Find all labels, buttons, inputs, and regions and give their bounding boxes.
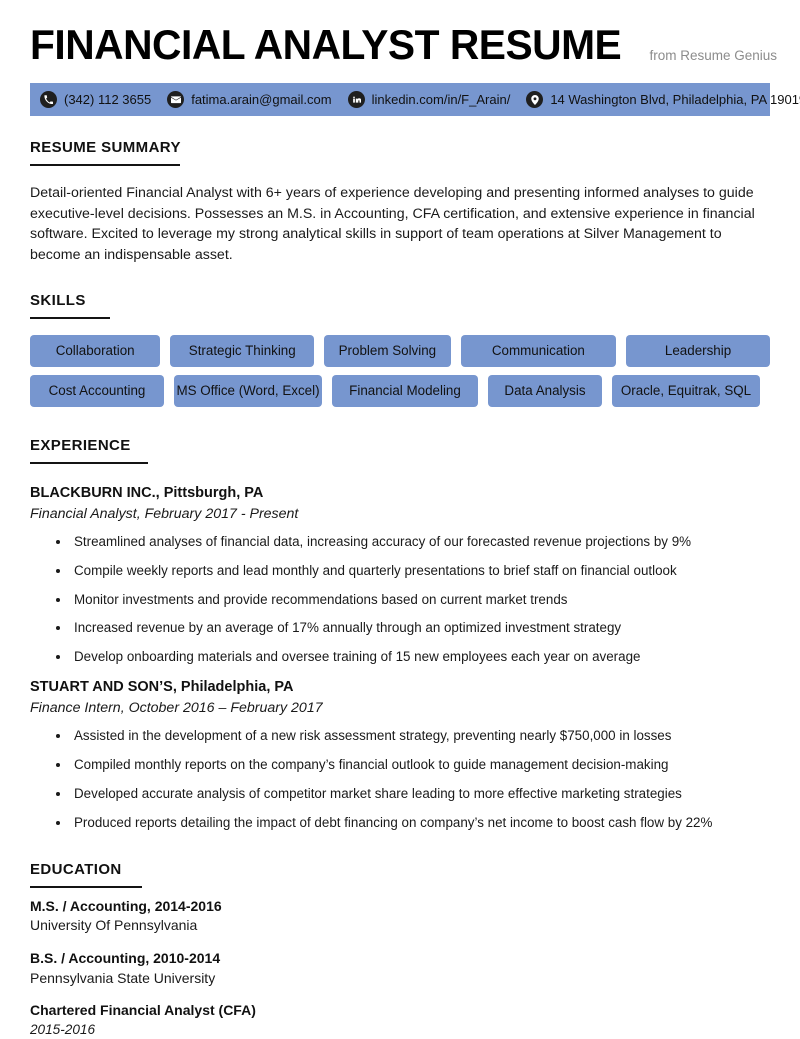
job-bullet: Produced reports detailing the impact of… [30,815,770,832]
skills-pill-grid: Collaboration Strategic Thinking Problem S… [30,334,770,407]
job-bullet: Monitor investments and provide recommen… [30,592,770,609]
skill-pill: Cost Accounting [30,374,164,407]
contact-phone-text: (342) 112 3655 [64,92,152,107]
skill-pill: MS Office (Word, Excel) [174,374,322,407]
job-bullet-list: Assisted in the development of a new ris… [30,728,770,831]
job-bullet: Developed accurate analysis of competito… [30,786,770,803]
job-role-and-dates: Financial Analyst, February 2017 - Prese… [30,506,299,523]
skill-pill: Communication [460,334,617,367]
resume-header: FINANCIAL ANALYST RESUME from Resume Gen… [30,0,777,68]
section-skills: SKILLS Collaboration Strategic Thinking Pr… [30,292,770,407]
skill-pill: Data Analysis [488,374,602,407]
section-rule-summary [30,164,180,166]
education-school: Pennsylvania State University [30,969,216,986]
job-company: BLACKBURN INC., Pittsburgh, PA [30,484,264,501]
envelope-icon [167,91,185,108]
skill-pill: Problem Solving [324,334,451,367]
contact-phone: (342) 112 3655 [40,91,167,108]
contact-email-text: fatima.arain@gmail.com [191,92,332,107]
experience-entry: STUART AND SON’S, Philadelphia, PA Financ… [30,678,770,831]
job-bullet: Assisted in the development of a new ris… [30,728,770,745]
contact-address: 14 Washington Blvd, Philadelphia, PA 190… [526,91,800,108]
skills-row: Collaboration Strategic Thinking Problem S… [30,334,770,367]
section-rule-skills [30,316,110,319]
resume-page: FINANCIAL ANALYST RESUME from Resume Gen… [0,0,800,1037]
job-bullet: Streamlined analyses of financial data, … [30,534,770,551]
phone-icon [40,91,57,108]
section-resume-summary: RESUME SUMMARY Detail-oriented Financial… [30,139,770,266]
experience-entry: BLACKBURN INC., Pittsburgh, PA Financial … [30,484,770,666]
education-entry: B.S. / Accounting, 2010-2014 Pennsylvania… [30,949,770,987]
education-school: University Of Pennsylvania [30,917,198,934]
job-role-and-dates: Finance Intern, October 2016 – February … [30,700,323,717]
skill-pill: Leadership [626,334,770,367]
page-title: FINANCIAL ANALYST RESUME [30,21,622,68]
experience-list: BLACKBURN INC., Pittsburgh, PA Financial … [30,484,770,831]
section-heading-experience: EXPERIENCE [30,436,131,454]
brand-credit: from Resume Genius [649,47,778,63]
job-bullet: Increased revenue by an average of 17% a… [30,620,770,637]
section-experience: EXPERIENCE BLACKBURN INC., Pittsburgh, P… [30,437,770,831]
section-rule-experience [30,461,148,464]
skills-row: Cost Accounting MS Office (Word, Excel) Fi… [30,374,770,407]
education-entry: Chartered Financial Analyst (CFA) 2015-20… [30,1001,770,1039]
job-bullet-list: Streamlined analyses of financial data, … [30,534,770,666]
job-bullet: Develop onboarding materials and oversee… [30,649,770,666]
contact-address-text: 14 Washington Blvd, Philadelphia, PA 190… [550,92,800,107]
section-education: EDUCATION M.S. / Accounting, 2014-2016 Un… [30,861,770,1039]
skill-pill: Oracle, Equitrak, SQL [612,374,760,407]
contact-email: fatima.arain@gmail.com [167,91,347,108]
section-heading-education: EDUCATION [30,861,122,879]
education-entry: M.S. / Accounting, 2014-2016 University O… [30,897,770,935]
map-pin-icon [526,91,544,108]
education-dates: 2015-2016 [30,1021,96,1037]
skill-pill: Financial Modeling [332,374,478,407]
contact-bar: (342) 112 3655 fatima.arain@gmail.com li… [30,83,800,116]
education-degree: M.S. / Accounting, 2014-2016 [30,898,222,915]
section-heading-skills: SKILLS [30,291,86,309]
contact-linkedin: linkedin.com/in/F_Arain/ [347,91,527,108]
job-bullet: Compile weekly reports and lead monthly … [30,563,770,580]
section-rule-education [30,886,142,889]
linkedin-icon [347,91,365,108]
contact-linkedin-text: linkedin.com/in/F_Arain/ [371,92,511,107]
skill-pill: Collaboration [30,334,161,367]
job-company: STUART AND SON’S, Philadelphia, PA [30,678,294,695]
job-bullet: Compiled monthly reports on the company’… [30,757,770,774]
education-degree: B.S. / Accounting, 2010-2014 [30,950,221,967]
education-degree: Chartered Financial Analyst (CFA) [30,1002,256,1019]
summary-paragraph: Detail-oriented Financial Analyst with 6… [30,185,755,264]
skill-pill: Strategic Thinking [170,334,315,367]
education-list: M.S. / Accounting, 2014-2016 University O… [30,897,770,1039]
section-heading-summary: RESUME SUMMARY [30,139,181,156]
